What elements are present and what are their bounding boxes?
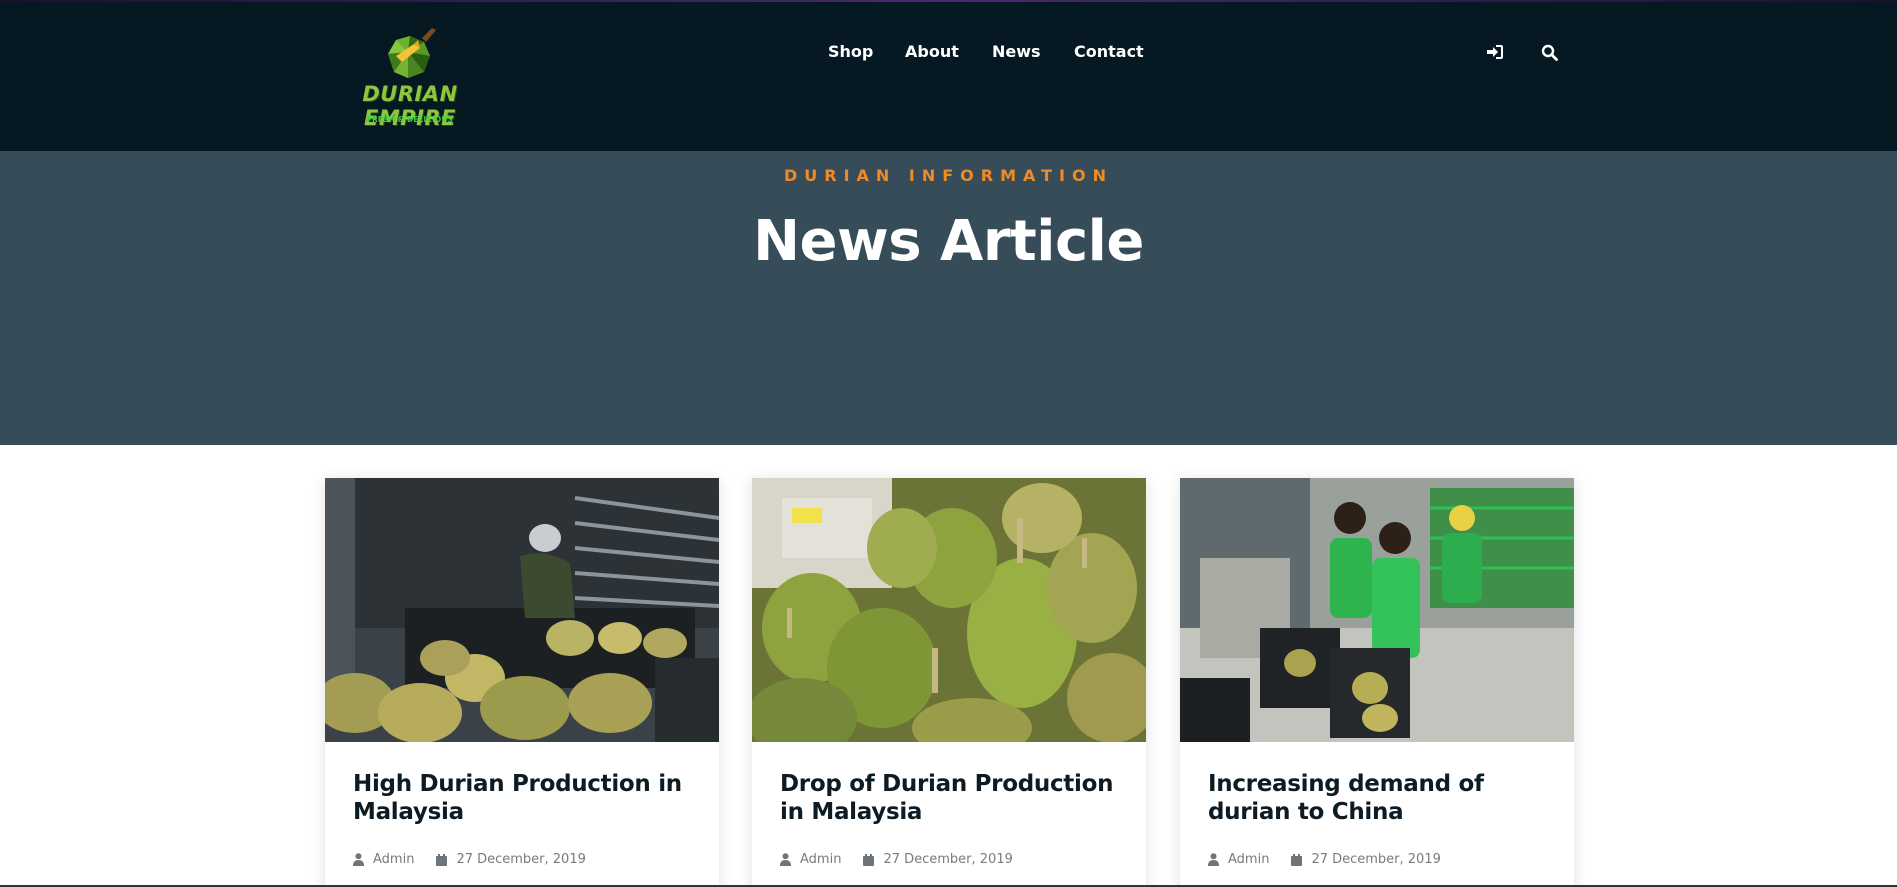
page-hero: DURIAN INFORMATION News Article xyxy=(0,151,1897,445)
date-text: 27 December, 2019 xyxy=(1311,852,1441,867)
user-icon xyxy=(1208,853,1219,866)
brand-logo[interactable]: DURIAN EMPIRE FRESH & DELICIOUS xyxy=(326,26,494,130)
article-meta: Admin 27 December, 2019 xyxy=(353,852,691,867)
durian-truck-photo xyxy=(325,478,719,742)
article-date: 27 December, 2019 xyxy=(863,852,1013,867)
article-card: Increasing demand of durian to China Adm… xyxy=(1180,478,1574,887)
article-date: 27 December, 2019 xyxy=(436,852,586,867)
article-title[interactable]: Increasing demand of durian to China xyxy=(1208,770,1546,828)
user-icon xyxy=(353,853,364,866)
page-title: News Article xyxy=(753,209,1144,274)
calendar-icon xyxy=(436,853,448,866)
search-button[interactable] xyxy=(1538,41,1560,63)
article-grid: High Durian Production in Malaysia Admin… xyxy=(0,445,1897,887)
calendar-icon xyxy=(863,853,875,866)
article-card: High Durian Production in Malaysia Admin… xyxy=(325,478,719,887)
durian-workers-photo xyxy=(1180,478,1574,742)
article-meta: Admin 27 December, 2019 xyxy=(1208,852,1546,867)
author-name: Admin xyxy=(1228,852,1270,867)
article-image-link[interactable] xyxy=(1180,478,1574,742)
article-image-link[interactable] xyxy=(752,478,1146,742)
nav-link-shop[interactable]: Shop xyxy=(828,38,873,66)
article-meta: Admin 27 December, 2019 xyxy=(780,852,1118,867)
article-date: 27 December, 2019 xyxy=(1291,852,1441,867)
article-title[interactable]: Drop of Durian Production in Malaysia xyxy=(780,770,1118,828)
durian-pile-photo xyxy=(752,478,1146,742)
login-icon xyxy=(1487,45,1503,59)
article-author: Admin xyxy=(780,852,841,867)
brand-tagline: FRESH & DELICIOUS xyxy=(366,115,454,124)
durian-logo-icon xyxy=(388,28,436,78)
article-card: Drop of Durian Production in Malaysia Ad… xyxy=(752,478,1146,887)
date-text: 27 December, 2019 xyxy=(456,852,586,867)
nav-link-about[interactable]: About xyxy=(905,38,959,66)
hero-eyebrow: DURIAN INFORMATION xyxy=(783,166,1113,185)
nav-link-contact[interactable]: Contact xyxy=(1074,38,1144,66)
author-name: Admin xyxy=(800,852,842,867)
calendar-icon xyxy=(1291,853,1303,866)
author-name: Admin xyxy=(373,852,415,867)
article-author: Admin xyxy=(353,852,414,867)
article-author: Admin xyxy=(1208,852,1269,867)
article-image-link[interactable] xyxy=(325,478,719,742)
login-button[interactable] xyxy=(1484,41,1506,63)
search-icon xyxy=(1541,44,1558,61)
article-title[interactable]: High Durian Production in Malaysia xyxy=(353,770,691,828)
date-text: 27 December, 2019 xyxy=(883,852,1013,867)
user-icon xyxy=(780,853,791,866)
nav-link-news[interactable]: News xyxy=(992,38,1041,66)
site-header: DURIAN EMPIRE FRESH & DELICIOUS Shop Abo… xyxy=(0,2,1897,151)
